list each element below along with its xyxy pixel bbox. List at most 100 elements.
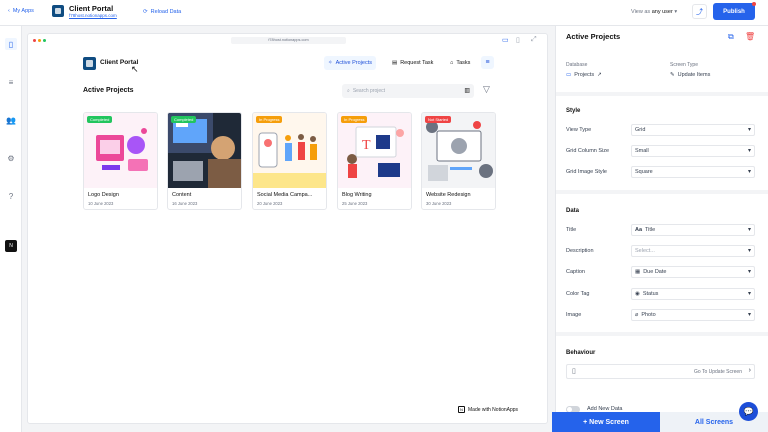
- tab-active-projects[interactable]: ✧ Active Projects: [324, 56, 376, 70]
- users-icon[interactable]: 👥: [5, 114, 17, 126]
- divider: [556, 190, 768, 194]
- title-select[interactable]: Aa Title ▾: [631, 224, 755, 236]
- project-card[interactable]: Completed Content 16 June 2023: [167, 112, 242, 210]
- database-value[interactable]: ▭ Projects ↗: [566, 72, 602, 78]
- description-select[interactable]: Select... ▾: [631, 245, 755, 257]
- app-preview-canvas: f78host.notionapps.com ▭ ▯ ⤢ Client Port…: [27, 33, 548, 424]
- search-input[interactable]: ⌕ Search project ▥: [342, 84, 474, 98]
- notion-icon: N: [458, 406, 465, 413]
- chevron-down-icon: ▾: [747, 127, 751, 133]
- grid-image-style-value: Square: [635, 169, 653, 175]
- color-tag-select[interactable]: ◉ Status ▾: [631, 288, 755, 300]
- view-type-select[interactable]: Grid ▾: [631, 124, 755, 136]
- text-type-icon: Aa: [635, 227, 643, 233]
- publish-label: Publish: [723, 8, 745, 15]
- view-as-selector[interactable]: View as any user ▾: [631, 9, 677, 15]
- trash-icon[interactable]: 🗑: [745, 32, 755, 41]
- card-title: Content: [172, 192, 192, 198]
- card-date: 25 June 2023: [342, 201, 368, 206]
- grid-column-size-select[interactable]: Small ▾: [631, 145, 755, 157]
- grid-column-size-label: Grid Column Size: [566, 148, 610, 154]
- section-title: Active Projects: [83, 87, 134, 94]
- color-tag-label: Color Tag: [566, 291, 590, 297]
- database-name: Projects: [574, 72, 595, 78]
- view-as-prefix: View as: [631, 9, 651, 15]
- back-to-apps-link[interactable]: ‹ My Apps: [8, 8, 34, 14]
- description-label: Description: [566, 248, 594, 254]
- svg-text:T: T: [362, 138, 371, 153]
- project-card[interactable]: T In Progress Blog Writing 25 June 2023: [337, 112, 412, 210]
- chevron-left-icon: ‹: [8, 8, 10, 14]
- left-sidebar: ▯ ≡ 👥 ⚙ ? N: [0, 26, 22, 432]
- grid-image-style-label: Grid Image Style: [566, 169, 607, 175]
- card-date: 16 June 2023: [172, 201, 198, 206]
- browser-bar: f78host.notionapps.com ▭ ▯ ⤢: [28, 34, 547, 48]
- project-card[interactable]: Not Started Website Redesign 30 June 202…: [421, 112, 496, 210]
- view-type-value: Grid: [635, 127, 646, 133]
- card-title: Blog Writing: [342, 192, 372, 198]
- chat-support-button[interactable]: 💬: [739, 402, 758, 421]
- status-badge: In Progress: [341, 116, 368, 123]
- status-badge: Completed: [171, 116, 197, 123]
- tab-request-task[interactable]: ▤ Request Task: [388, 56, 437, 70]
- project-thumbnail: [422, 113, 495, 188]
- divider: [556, 332, 768, 336]
- caption-select[interactable]: ▦ Due Date ▾: [631, 266, 755, 278]
- project-thumbnail: [84, 113, 157, 188]
- project-thumbnail: [253, 113, 326, 188]
- share-button[interactable]: ⤴: [692, 4, 707, 19]
- tab-label: Tasks: [456, 60, 471, 66]
- grid-image-style-select[interactable]: Square ▾: [631, 166, 755, 178]
- app-url-link[interactable]: f78host.notionapps.com: [69, 13, 117, 18]
- project-card[interactable]: In Progress Social Media Campa... 20 Jun…: [252, 112, 327, 210]
- search-placeholder: Search project: [352, 88, 386, 94]
- calendar-icon: ▦: [635, 269, 641, 275]
- tab-label: Request Task: [400, 60, 434, 66]
- mobile-view-icon[interactable]: ▯: [516, 36, 520, 44]
- new-screen-button[interactable]: + New Screen: [552, 412, 660, 432]
- notification-dot: [752, 2, 756, 6]
- go-to-update-screen-button[interactable]: ▯ Go To Update Screen ›: [566, 364, 755, 379]
- top-bar: ‹ My Apps Client Portal f78host.notionap…: [0, 0, 768, 26]
- tab-tasks[interactable]: ⌂ Tasks: [446, 56, 474, 70]
- filter-icon[interactable]: ▽: [483, 84, 490, 95]
- chevron-down-icon: ▾: [747, 227, 751, 233]
- divider: [556, 92, 768, 96]
- publish-button[interactable]: Publish: [713, 2, 756, 20]
- card-date: 10 June 2023: [88, 201, 114, 206]
- database-icon: ▭: [566, 72, 572, 78]
- menu-button[interactable]: ≡: [481, 56, 494, 69]
- browser-url: f78host.notionapps.com: [231, 37, 346, 44]
- chat-icon: 💬: [743, 407, 754, 416]
- notionapps-icon[interactable]: N: [5, 240, 17, 252]
- window-dots: [33, 39, 46, 42]
- project-card[interactable]: Completed Logo Design 10 June 2023: [83, 112, 158, 210]
- reload-data-button[interactable]: ⟳ Reload Data: [143, 9, 181, 15]
- settings-icon[interactable]: ⚙: [5, 152, 17, 164]
- project-thumbnail: T: [338, 113, 411, 188]
- style-section-title: Style: [566, 108, 581, 114]
- app-logo: [52, 5, 64, 17]
- edit-icon: ✎: [670, 72, 675, 78]
- made-with-label: Made with NotionApps: [468, 406, 519, 413]
- cursor-icon: ↖: [131, 64, 139, 74]
- image-label: Image: [566, 312, 582, 318]
- help-icon[interactable]: ?: [5, 190, 17, 202]
- fullscreen-icon[interactable]: ⤢: [531, 36, 537, 44]
- back-label: My Apps: [12, 8, 34, 14]
- screen-type-label: Screen Type: [670, 62, 698, 68]
- behaviour-nav-label: Go To Update Screen: [694, 369, 742, 375]
- screens-icon[interactable]: ▯: [5, 38, 17, 50]
- share-icon: ⤴: [696, 8, 703, 16]
- image-select[interactable]: ⌀ Photo ▾: [631, 309, 755, 321]
- panel-title: Active Projects: [566, 32, 621, 41]
- card-title: Logo Design: [88, 192, 119, 198]
- desktop-view-icon[interactable]: ▭: [502, 36, 509, 44]
- hamburger-icon: ≡: [485, 59, 490, 66]
- made-with-badge[interactable]: N Made with NotionApps: [458, 406, 518, 413]
- duplicate-icon[interactable]: ⧉: [728, 32, 734, 42]
- barcode-icon[interactable]: ▥: [464, 87, 470, 94]
- list-icon[interactable]: ≡: [5, 76, 17, 88]
- chevron-right-icon: ›: [748, 367, 751, 374]
- chevron-down-icon: ▾: [747, 148, 751, 154]
